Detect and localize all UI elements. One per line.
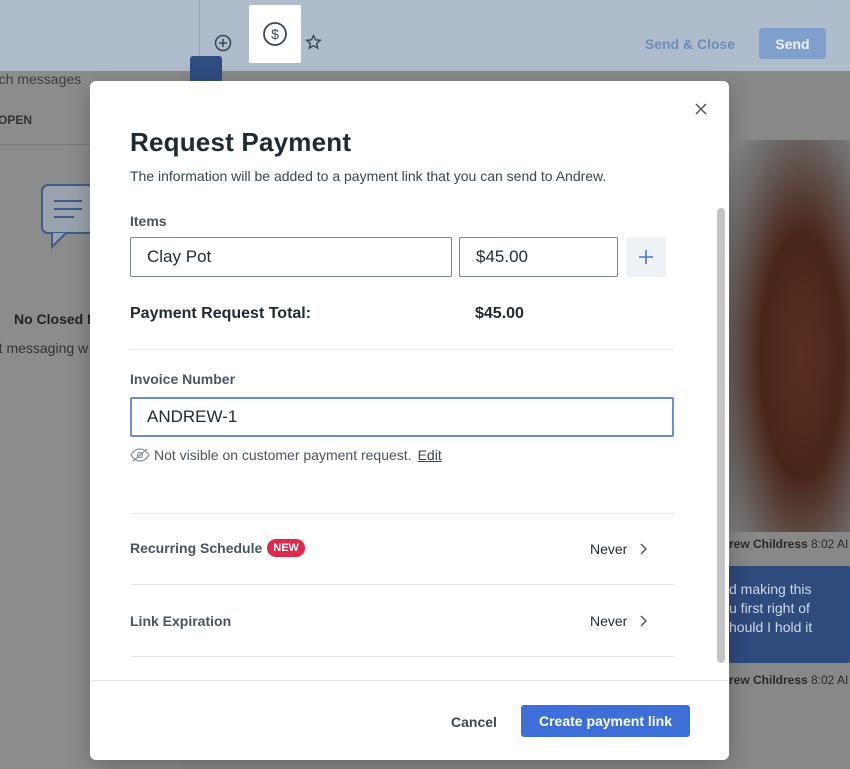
empty-state-text: rt messaging w bbox=[0, 340, 89, 356]
item-name-input[interactable] bbox=[130, 237, 452, 277]
total-value: $45.00 bbox=[475, 305, 524, 322]
invoice-number-label: Invoice Number bbox=[130, 371, 236, 387]
divider bbox=[130, 656, 674, 657]
recurring-schedule-selector[interactable]: Never bbox=[590, 541, 648, 557]
message-time: 8:02 AI bbox=[811, 673, 849, 687]
plus-icon bbox=[639, 250, 653, 264]
footer-divider bbox=[90, 680, 729, 681]
modal-subtitle: The information will be added to a payme… bbox=[130, 168, 607, 184]
request-payment-modal: Request Payment The information will be … bbox=[90, 81, 729, 760]
items-label: Items bbox=[130, 213, 167, 229]
eye-hidden-icon bbox=[130, 448, 150, 462]
chat-line: u first right of bbox=[729, 600, 810, 616]
recurring-schedule-value: Never bbox=[590, 541, 628, 557]
chat-bubble: d making this u first right of hould I h… bbox=[712, 566, 850, 663]
item-price-input[interactable] bbox=[459, 237, 618, 277]
close-icon bbox=[695, 103, 707, 115]
create-payment-link-button[interactable]: Create payment link bbox=[521, 705, 690, 737]
chevron-right-icon bbox=[640, 615, 648, 627]
modal-title: Request Payment bbox=[130, 127, 352, 157]
link-expiration-selector[interactable]: Never bbox=[590, 613, 648, 629]
divider bbox=[130, 349, 674, 350]
link-expiration-text: Link Expiration bbox=[130, 613, 232, 629]
divider bbox=[130, 584, 674, 585]
total-label: Payment Request Total: bbox=[130, 305, 312, 322]
chat-line: hould I hold it bbox=[729, 619, 813, 635]
link-expiration-label: Link Expiration bbox=[130, 613, 231, 629]
star-settings-icon[interactable] bbox=[305, 33, 322, 54]
message-time: 8:02 AI bbox=[811, 537, 849, 551]
edit-link[interactable]: Edit bbox=[418, 447, 442, 463]
recurring-schedule-label: Recurring Schedule NEW bbox=[130, 539, 305, 557]
cancel-button[interactable]: Cancel bbox=[440, 706, 508, 738]
divider bbox=[130, 513, 674, 514]
message-sender: rew Childress bbox=[729, 673, 808, 687]
product-photo bbox=[729, 140, 850, 532]
message-sender: rew Childress bbox=[729, 537, 808, 551]
recurring-schedule-text: Recurring Schedule bbox=[130, 540, 263, 556]
compose-toolbar: $ Send & Close Send bbox=[0, 0, 850, 71]
add-item-button[interactable] bbox=[626, 237, 666, 277]
invoice-hint: Not visible on customer payment request.… bbox=[130, 447, 442, 463]
search-messages-input[interactable]: rch messages bbox=[0, 71, 81, 87]
new-badge: NEW bbox=[267, 539, 305, 557]
empty-state-title: No Closed M bbox=[14, 311, 99, 327]
svg-text:$: $ bbox=[271, 26, 279, 42]
send-button[interactable]: Send bbox=[759, 28, 826, 59]
request-payment-tab[interactable]: $ bbox=[249, 5, 301, 63]
link-expiration-value: Never bbox=[590, 613, 628, 629]
close-button[interactable] bbox=[691, 99, 711, 119]
send-and-close-button[interactable]: Send & Close bbox=[640, 30, 740, 58]
dollar-circle-icon: $ bbox=[263, 22, 287, 46]
add-circle-icon[interactable] bbox=[214, 34, 232, 55]
modal-scrollbar[interactable] bbox=[717, 208, 725, 663]
chevron-right-icon bbox=[640, 543, 648, 555]
invoice-hint-text: Not visible on customer payment request. bbox=[154, 447, 412, 463]
tab-open[interactable]: OPEN bbox=[0, 113, 32, 127]
invoice-number-input[interactable] bbox=[130, 397, 674, 437]
chat-line: d making this bbox=[729, 581, 812, 597]
